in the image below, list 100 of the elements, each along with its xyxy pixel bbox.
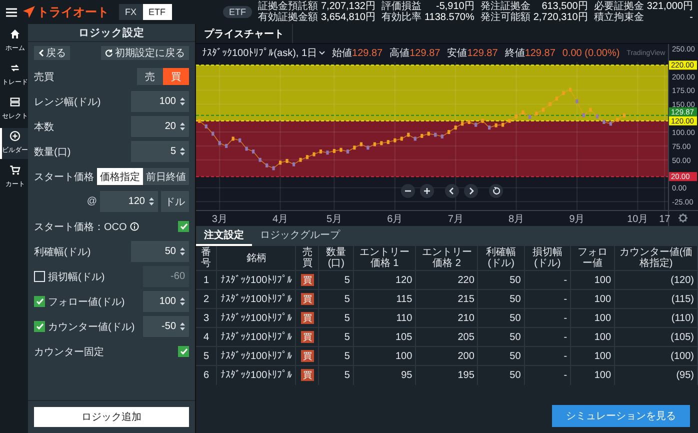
spinner-icon[interactable] <box>180 122 185 131</box>
price-marker <box>340 148 342 152</box>
ohlc-value: 始値129.87 <box>332 47 383 60</box>
spinner-icon[interactable] <box>180 97 185 106</box>
stat-label: 有効比率 <box>381 12 422 23</box>
number-field[interactable]: 100 <box>143 291 189 312</box>
column-header: 利確幅(ドル) <box>478 246 524 270</box>
number-field[interactable]: 100 <box>131 91 189 112</box>
table-cell: 50 <box>478 366 524 384</box>
price-marker <box>400 136 403 141</box>
price-marker <box>292 162 296 166</box>
price-marker <box>218 141 221 146</box>
panel-title: ロジック設定 <box>28 24 195 42</box>
spinner-icon[interactable] <box>149 197 154 206</box>
number-field[interactable]: 20 <box>131 116 189 137</box>
number-field[interactable]: 5 <box>131 141 189 162</box>
price-marker <box>306 155 309 160</box>
info-icon[interactable] <box>130 222 139 231</box>
price-marker <box>454 126 457 130</box>
field-label: 利確幅(ドル) <box>34 246 91 258</box>
market-tab[interactable]: ETF <box>142 4 172 20</box>
table-cell: 210 <box>416 308 478 328</box>
table-cell: 110 <box>353 308 416 328</box>
back-button[interactable]: 戻る <box>34 46 70 60</box>
table-cell: (100) <box>614 346 698 366</box>
reset-button[interactable] <box>489 184 503 198</box>
stat-label: 積立拘束金 <box>594 12 644 23</box>
price-marker <box>312 152 316 156</box>
scroll-left-button[interactable] <box>445 184 459 198</box>
number-field[interactable]: 50 <box>131 241 189 262</box>
field-label: 売買 <box>34 70 54 84</box>
table-cell: 50 <box>478 290 524 308</box>
field-label: カウンター値(ドル) <box>48 320 135 334</box>
market-tab[interactable]: FX <box>119 4 143 20</box>
table-cell: (120) <box>614 270 698 290</box>
table-cell: 215 <box>416 290 478 308</box>
price-marker <box>474 122 478 127</box>
order-tab[interactable]: ロジックグループ <box>252 226 348 246</box>
segment-button[interactable]: 前日終値 <box>143 168 189 185</box>
price-marker <box>420 134 424 138</box>
checkbox[interactable] <box>34 296 45 307</box>
table-cell: - <box>524 290 571 308</box>
gear-icon[interactable] <box>678 212 688 224</box>
spinner-icon[interactable] <box>180 147 185 156</box>
column-header: カウンター値(価格指定) <box>614 246 698 270</box>
price-marker <box>353 146 356 150</box>
checkbox[interactable] <box>178 346 189 357</box>
zoom-out-button[interactable] <box>401 184 415 198</box>
stat-label: 証拠金預託額 <box>258 1 318 12</box>
column-header: 銘柄 <box>216 246 296 270</box>
table-cell: 195 <box>416 366 478 384</box>
scroll-right-button[interactable] <box>464 184 478 198</box>
field-label: レンジ幅(ドル) <box>34 96 101 108</box>
checkbox[interactable] <box>178 221 189 232</box>
checkbox[interactable] <box>34 321 45 332</box>
price-marker <box>602 120 606 124</box>
price-marker <box>366 146 370 150</box>
reset-defaults-button[interactable]: 初期設定に戻る <box>101 46 189 60</box>
number-field[interactable]: 120 <box>100 191 158 212</box>
segment-button[interactable]: 売 <box>137 68 163 85</box>
table-cell: 50 <box>478 346 524 366</box>
table-cell: 50 <box>478 270 524 290</box>
price-marker <box>609 122 612 126</box>
number-field[interactable]: -50 <box>143 316 189 337</box>
symbol-selector[interactable]: ﾅｽﾀﾞｯｸ100ﾄﾘﾌﾟﾙ(ask), 1日 <box>202 46 326 60</box>
market-badge: ETF <box>222 6 252 18</box>
table-cell: 100 <box>570 290 615 308</box>
chevron-left-icon <box>448 187 456 195</box>
logo-mark-icon <box>23 6 35 18</box>
table-cell: 2 <box>196 290 217 308</box>
table-cell: 5 <box>318 290 354 308</box>
price-marker <box>440 134 444 138</box>
chevron-right-icon <box>467 187 475 195</box>
add-logic-button[interactable]: ロジック追加 <box>34 407 189 427</box>
stat-label: 有効証拠金額 <box>258 12 318 23</box>
field-label: 本数 <box>34 120 54 134</box>
table-cell: 3 <box>196 308 217 328</box>
column-header: フォロー値 <box>570 246 615 270</box>
side-badge: 買 <box>300 312 314 324</box>
zoom-in-button[interactable] <box>420 184 434 198</box>
price-marker <box>266 163 268 168</box>
logo-text: トライオート <box>37 4 109 20</box>
price-marker <box>225 144 228 148</box>
table-cell: 50 <box>478 308 524 328</box>
check-icon <box>36 323 44 330</box>
table-cell: (110) <box>614 308 698 328</box>
column-header: 損切幅(ドル) <box>524 246 571 270</box>
price-marker <box>468 120 470 124</box>
spinner-icon[interactable] <box>180 247 185 256</box>
spinner-icon[interactable] <box>180 297 185 306</box>
menu-icon[interactable] <box>6 8 17 16</box>
spinner-icon[interactable] <box>180 322 185 331</box>
price-marker <box>204 124 208 128</box>
table-cell: 5 <box>318 366 354 384</box>
price-marker <box>407 132 410 137</box>
price-marker <box>448 130 450 134</box>
table-cell: - <box>524 366 571 384</box>
price-marker <box>245 146 248 151</box>
stat-value: 3,654,810円 <box>320 12 376 23</box>
segment-button[interactable]: 価格指定 <box>97 168 143 185</box>
